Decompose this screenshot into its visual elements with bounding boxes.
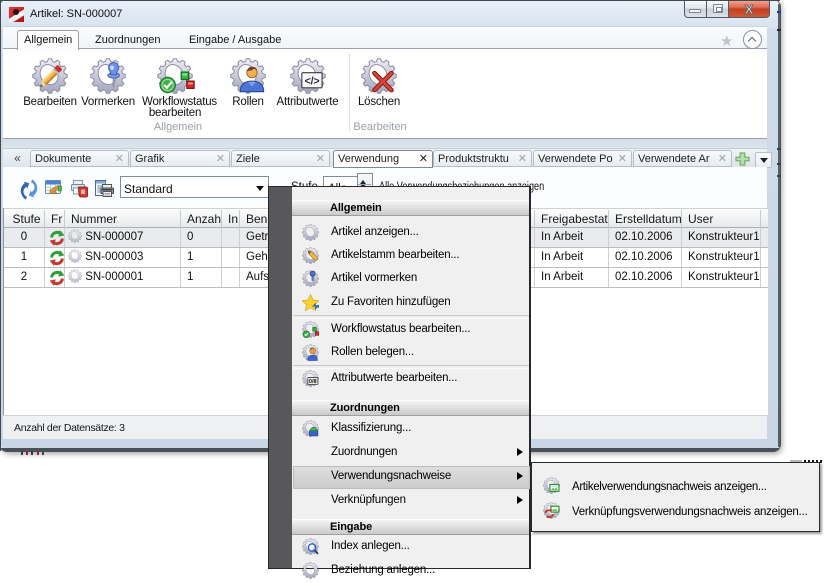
svg-text:0/8: 0/8 (309, 379, 317, 385)
svg-text:</>: </> (304, 76, 319, 88)
